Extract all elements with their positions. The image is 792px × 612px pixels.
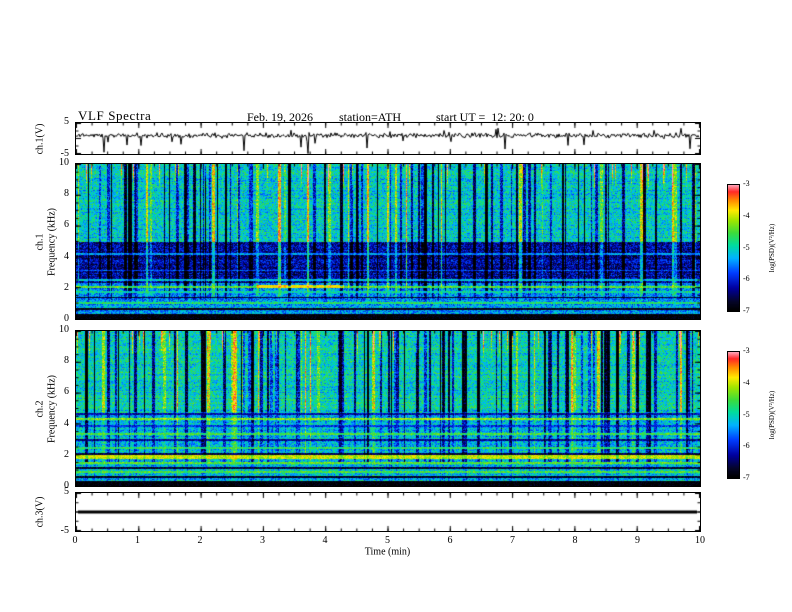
colorbar-label-2: log(PSD)(V²/Hz) xyxy=(767,390,776,440)
y-tick-label: 2 xyxy=(64,281,69,293)
ch1-spectrogram-canvas xyxy=(76,164,700,319)
ch1-waveform-panel xyxy=(75,122,701,155)
y-tick-label: 0 xyxy=(64,313,69,324)
colorbar-tick-label: -7 xyxy=(743,306,750,315)
x-tick-label: 4 xyxy=(322,535,328,546)
colorbar-tick-label: -5 xyxy=(743,409,750,419)
colorbar-tick-label: -3 xyxy=(743,346,750,355)
x-tick-label: 1 xyxy=(135,535,140,546)
colorbar-2-canvas xyxy=(728,352,739,478)
colorbar-tick-label: -4 xyxy=(743,377,750,387)
y-tick-label: 10 xyxy=(59,157,69,168)
y-tick-label: 10 xyxy=(59,324,69,335)
y-axis-label-ch1-waveform: ch.1(V) xyxy=(34,123,46,154)
ch3-waveform-canvas xyxy=(76,493,700,531)
x-tick-label: 0 xyxy=(72,535,78,546)
y-tick-label: 8 xyxy=(64,355,69,367)
y-tick-label: 8 xyxy=(64,188,69,200)
ch2-spectrogram-panel xyxy=(75,330,701,487)
x-tick-label: 6 xyxy=(447,535,453,546)
colorbar-tick-label: -7 xyxy=(743,473,750,482)
colorbar-2 xyxy=(727,351,740,479)
y-axis-label-ch3-waveform: ch.3(V) xyxy=(34,496,46,528)
x-tick-label: 5 xyxy=(385,535,390,546)
colorbar-tick-label: -6 xyxy=(743,441,750,451)
x-axis-label: Time (min) xyxy=(364,546,411,558)
x-tick-label: 9 xyxy=(635,535,640,546)
colorbar-1 xyxy=(727,184,740,312)
y-axis-label-ch2-spectrogram: ch.2 Frequency (kHz) xyxy=(34,374,58,443)
x-tick-label: 10 xyxy=(695,535,705,546)
vlf-spectra-figure: VLF Spectra Feb. 19, 2026 station=ATH st… xyxy=(0,0,792,612)
y-axis-label-ch1-spectrogram: ch.1 Frequency (kHz) xyxy=(34,207,58,276)
ch3-waveform-panel xyxy=(75,492,701,532)
colorbar-1-canvas xyxy=(728,185,739,311)
colorbar-tick-label: -4 xyxy=(743,210,750,220)
x-tick-label: 3 xyxy=(260,535,265,546)
ch1-waveform-canvas xyxy=(76,123,700,154)
colorbar-label-1: log(PSD)(V²/Hz) xyxy=(767,223,776,273)
ch1-spectrogram-panel xyxy=(75,163,701,320)
colorbar-tick-label: -5 xyxy=(743,242,750,252)
x-tick-label: 2 xyxy=(197,535,203,546)
colorbar-tick-label: -3 xyxy=(743,179,750,188)
ch2-spectrogram-canvas xyxy=(76,331,700,486)
x-tick-label: 8 xyxy=(572,535,578,546)
y-tick-label: 2 xyxy=(64,448,69,460)
x-tick-label: 7 xyxy=(510,535,515,546)
colorbar-tick-label: -6 xyxy=(743,274,750,284)
